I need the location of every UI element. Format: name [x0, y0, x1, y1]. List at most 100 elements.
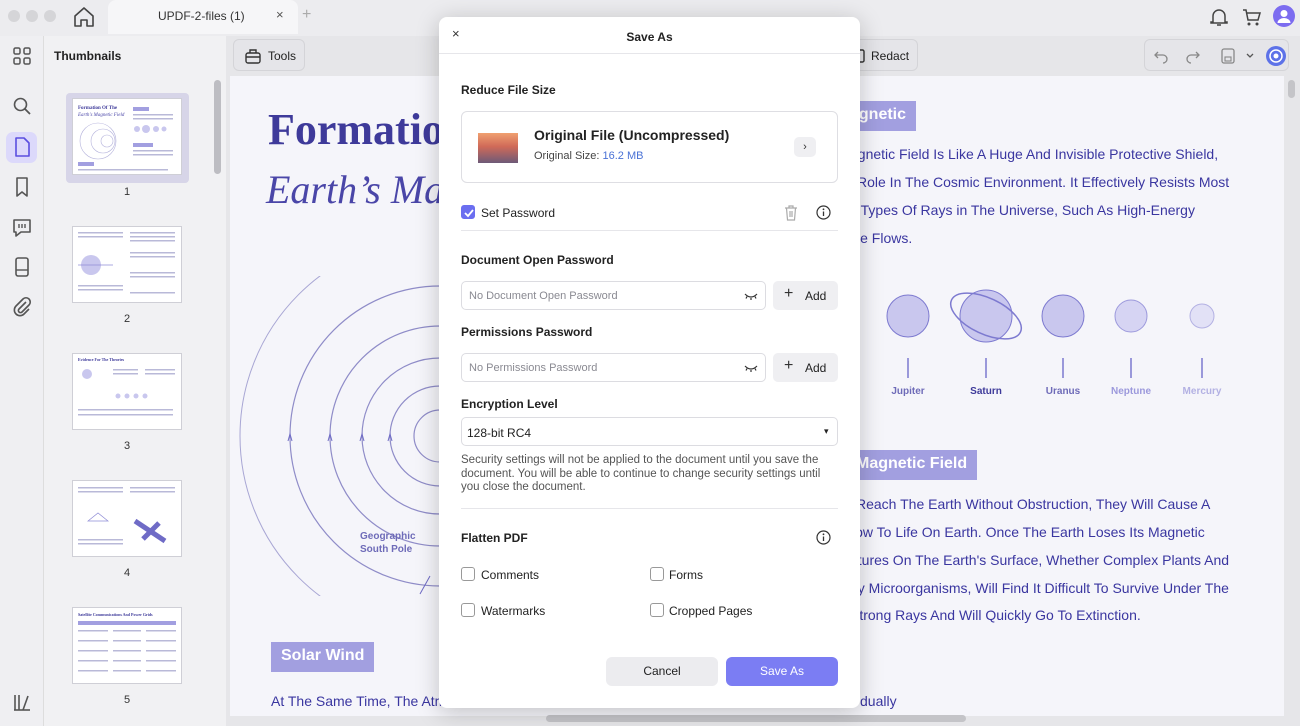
svg-text:Formation Of The: Formation Of The: [78, 106, 118, 111]
thumbnail-page-4[interactable]: [72, 480, 182, 557]
thumbnail-page-5[interactable]: Satellite Communications And Power Grids: [72, 607, 182, 684]
redo-icon[interactable]: [1185, 48, 1201, 64]
permissions-password-placeholder: No Permissions Password: [469, 362, 598, 374]
encryption-level-value: 128-bit RC4: [467, 426, 532, 440]
file-size-option[interactable]: Original File (Uncompressed) Original Si…: [461, 111, 838, 183]
divider: [461, 508, 838, 509]
planets-diagram: [886, 289, 1215, 378]
cancel-button[interactable]: Cancel: [606, 657, 718, 686]
set-password-label: Set Password: [481, 206, 556, 220]
info-icon[interactable]: [816, 530, 831, 545]
orbit-diagram: [239, 276, 450, 596]
thumbnail-page-1[interactable]: Formation Of The Earth's Magnetic Field: [72, 98, 182, 175]
chevron-right-icon[interactable]: ›: [794, 137, 816, 157]
tab-close-button[interactable]: ×: [276, 7, 284, 22]
permissions-password-label: Permissions Password: [461, 325, 593, 339]
planet-label: Jupiter: [891, 386, 925, 397]
eye-closed-icon[interactable]: [743, 290, 759, 302]
body-text-line: agnetic Field Is Like A Huge And Invisib…: [850, 146, 1219, 162]
eye-closed-icon[interactable]: [743, 362, 759, 374]
save-icon[interactable]: [1220, 47, 1236, 65]
window-close-dot[interactable]: [8, 10, 20, 22]
flatten-option-label: Forms: [669, 568, 703, 582]
open-password-label: Document Open Password: [461, 253, 614, 267]
comment-icon[interactable]: [10, 215, 34, 239]
panel-title: Thumbnails: [54, 49, 122, 63]
home-icon[interactable]: [72, 6, 96, 28]
planet-label: Mercury: [1182, 386, 1222, 397]
history-toolbar: [1144, 39, 1289, 71]
document-horizontal-scrollbar[interactable]: [546, 715, 966, 722]
tab-title: UPDF-2-files (1): [158, 9, 245, 23]
toolbox-icon: [245, 49, 261, 64]
divider: [461, 230, 838, 231]
info-icon[interactable]: [816, 205, 831, 220]
checkmark-icon: [464, 209, 474, 218]
open-password-field[interactable]: No Document Open Password: [461, 281, 766, 310]
body-text-line: At The Same Time, The Atmo: [271, 693, 455, 709]
window-minimize-dot[interactable]: [26, 10, 38, 22]
planet-label: Uranus: [1045, 386, 1081, 397]
window-zoom-dot[interactable]: [44, 10, 56, 22]
cart-icon[interactable]: [1241, 6, 1263, 28]
thumbnails-scrollbar[interactable]: [214, 80, 221, 174]
bookmark-icon[interactable]: [10, 175, 34, 199]
dialog-title: Save As: [626, 30, 673, 44]
thumbnail-number: 2: [123, 313, 131, 325]
flatten-option-label: Watermarks: [481, 604, 546, 618]
reduce-file-size-label: Reduce File Size: [461, 83, 556, 97]
grid-icon[interactable]: [10, 44, 34, 68]
geo-label-2: South Pole: [360, 544, 413, 555]
flatten-forms-checkbox[interactable]: [650, 567, 664, 581]
body-text-line: Strong Rays And Will Quickly Go To Extin…: [850, 607, 1141, 623]
flatten-option-label: Comments: [481, 568, 540, 582]
encryption-level-label: Encryption Level: [461, 397, 558, 411]
body-text-line: s Types Of Rays in The Universe, Such As…: [850, 202, 1195, 218]
redact-label: Redact: [871, 49, 910, 63]
flatten-comments-checkbox[interactable]: [461, 567, 475, 581]
ai-assistant-icon[interactable]: [1265, 45, 1287, 67]
caret-down-icon: ▾: [824, 426, 829, 436]
bell-icon[interactable]: [1208, 6, 1230, 28]
add-open-password-button[interactable]: + Add: [773, 281, 838, 310]
body-text-line: l Role In The Cosmic Environment. It Eff…: [850, 174, 1230, 190]
svg-text:Earth's Magnetic Field: Earth's Magnetic Field: [77, 113, 125, 118]
document-subtitle: Earth’s Ma: [266, 167, 445, 212]
trash-icon[interactable]: [782, 203, 800, 222]
thumbnail-page-2[interactable]: [72, 226, 182, 303]
tools-button[interactable]: Tools: [233, 39, 305, 71]
thumbnail-number: 3: [123, 440, 131, 452]
body-text-line: atures On The Earth's Surface, Whether C…: [850, 552, 1230, 568]
permissions-password-field[interactable]: No Permissions Password: [461, 353, 766, 382]
document-vertical-scrollbar[interactable]: [1288, 80, 1295, 98]
flatten-watermarks-checkbox[interactable]: [461, 603, 475, 617]
attachment-icon[interactable]: [10, 295, 34, 319]
thumbnail-page-3[interactable]: Evidence For The Theories: [72, 353, 182, 430]
page-icon[interactable]: [10, 255, 34, 279]
planet-label: Neptune: [1111, 386, 1151, 397]
security-note: Security settings will not be applied to…: [461, 454, 821, 493]
tools-label: Tools: [268, 49, 297, 63]
layers-icon[interactable]: [10, 690, 34, 714]
thumbnails-panel: Thumbnails Formation Of The Earth's Magn…: [44, 36, 226, 726]
add-permissions-password-button[interactable]: + Add: [773, 353, 838, 382]
undo-icon[interactable]: [1153, 48, 1169, 64]
user-avatar-icon[interactable]: [1273, 5, 1295, 27]
new-tab-button[interactable]: +: [302, 6, 311, 24]
document-title: Formatio: [268, 105, 444, 154]
plus-icon: +: [784, 285, 794, 302]
set-password-checkbox[interactable]: [461, 205, 475, 219]
thumbnail-number: 1: [123, 186, 131, 198]
file-thumbnail-image: [478, 133, 518, 163]
thumbnails-icon[interactable]: [10, 135, 34, 159]
document-tab[interactable]: UPDF-2-files (1) ×: [108, 0, 298, 34]
file-size-label: Original Size:: [534, 150, 600, 162]
planet-label: Saturn: [970, 386, 1002, 397]
chevron-down-icon[interactable]: [1245, 51, 1255, 61]
flatten-cropped-pages-checkbox[interactable]: [650, 603, 664, 617]
encryption-level-select[interactable]: 128-bit RC4 ▾: [461, 417, 838, 446]
body-text-line: low To Life On Earth. Once The Earth Los…: [852, 524, 1205, 540]
file-option-name: Original File (Uncompressed): [534, 127, 730, 143]
search-icon[interactable]: [10, 94, 34, 118]
save-as-button[interactable]: Save As: [726, 657, 838, 686]
